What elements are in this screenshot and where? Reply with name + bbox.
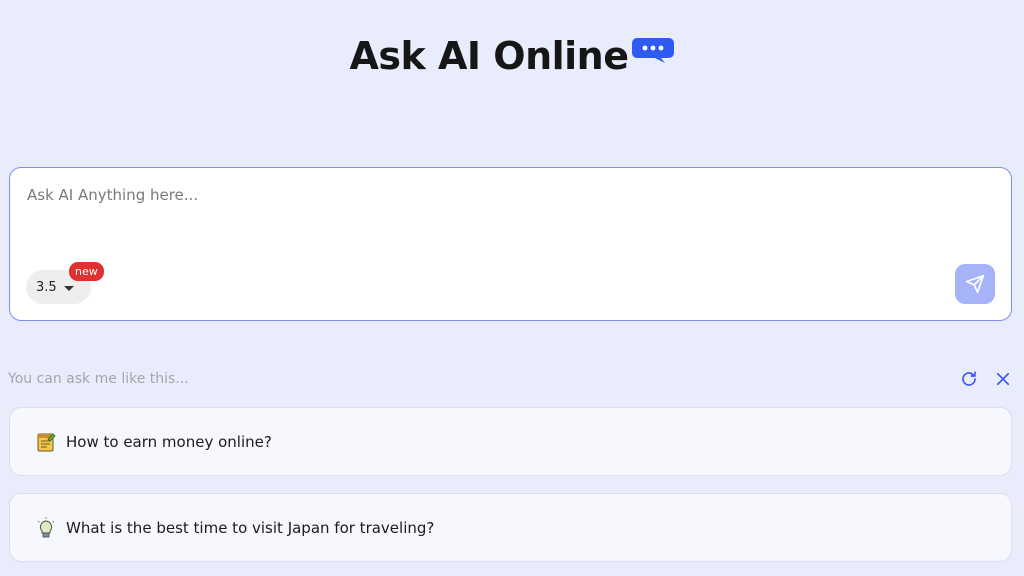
chat-bubble-icon bbox=[631, 36, 675, 64]
send-button[interactable] bbox=[955, 264, 995, 304]
page: Ask AI Online 3.5 new Yo bbox=[0, 0, 1024, 576]
close-icon[interactable] bbox=[994, 370, 1012, 388]
send-icon bbox=[965, 274, 985, 294]
notepad-icon bbox=[36, 431, 56, 453]
suggestions-label: You can ask me like this... bbox=[8, 371, 189, 387]
caret-down-icon bbox=[63, 285, 74, 291]
suggestion-item[interactable]: What is the best time to visit Japan for… bbox=[9, 493, 1012, 562]
prompt-input[interactable] bbox=[27, 186, 987, 246]
header: Ask AI Online bbox=[0, 30, 1024, 82]
model-select-value: 3.5 bbox=[36, 279, 57, 295]
suggestion-item[interactable]: How to earn money online? bbox=[9, 407, 1012, 476]
refresh-icon[interactable] bbox=[960, 370, 978, 388]
page-title: Ask AI Online bbox=[349, 34, 629, 78]
suggestion-text: How to earn money online? bbox=[66, 432, 272, 451]
suggestions-header: You can ask me like this... bbox=[8, 368, 1012, 390]
suggestions-actions bbox=[960, 370, 1012, 388]
prompt-box: 3.5 new bbox=[9, 167, 1012, 321]
new-badge: new bbox=[69, 262, 104, 281]
suggestion-text: What is the best time to visit Japan for… bbox=[66, 518, 435, 537]
lightbulb-icon bbox=[36, 516, 56, 539]
